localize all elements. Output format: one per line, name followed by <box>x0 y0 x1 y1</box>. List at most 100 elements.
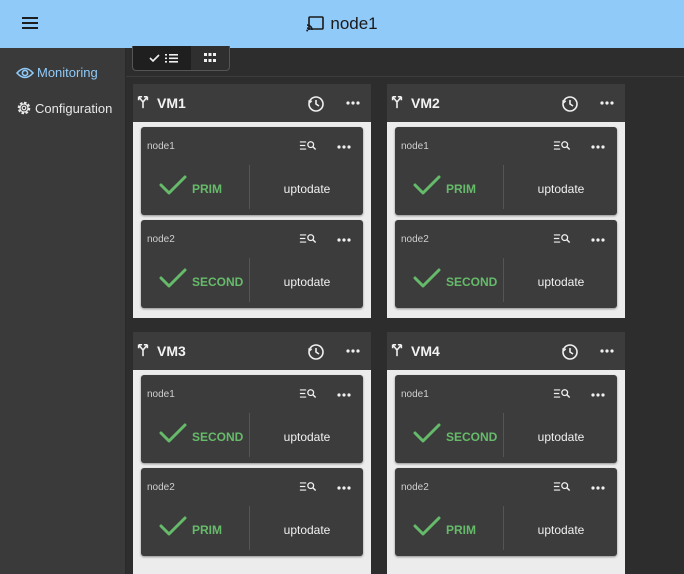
more-options-icon[interactable] <box>591 486 605 490</box>
node-name: node2 <box>401 234 429 245</box>
sidebar-item-label: Monitoring <box>37 65 98 80</box>
more-options-icon[interactable] <box>600 101 614 105</box>
vm-name: VM3 <box>157 343 186 359</box>
node-state: uptodate <box>537 523 585 537</box>
divider <box>249 258 250 302</box>
page-title: node1 <box>330 14 378 33</box>
search-list-icon[interactable] <box>299 481 317 492</box>
divider <box>126 76 684 77</box>
more-options-icon[interactable] <box>337 145 351 149</box>
node-role: PRIM <box>446 523 476 537</box>
more-options-icon[interactable] <box>346 349 360 353</box>
vm-card-header: VM4 <box>387 332 625 370</box>
node-role: SECOND <box>446 275 498 289</box>
node-name: node2 <box>401 482 429 493</box>
list-view-button[interactable] <box>133 46 191 70</box>
node-card: node2 PRIM uptodate <box>395 468 617 556</box>
sidebar-item-label: Configuration <box>35 100 113 116</box>
node-state: uptodate <box>537 430 585 444</box>
node-card: node1 SECOND uptodate <box>395 375 617 463</box>
main-content: VM1 node1 PRIM uptodate node2 SECOND upt… <box>126 46 684 574</box>
search-list-icon[interactable] <box>553 481 571 492</box>
more-options-icon[interactable] <box>591 238 605 242</box>
grid-icon <box>204 53 216 62</box>
check-icon <box>159 516 187 536</box>
divider <box>503 258 504 302</box>
vm-name: VM2 <box>411 95 440 111</box>
page-title-area: node1 <box>0 0 684 48</box>
cast-icon <box>306 16 325 32</box>
history-icon[interactable] <box>561 95 579 113</box>
node-role: PRIM <box>192 182 222 196</box>
search-list-icon[interactable] <box>553 233 571 244</box>
node-state: uptodate <box>537 182 585 196</box>
vm-card: VM1 node1 PRIM uptodate node2 SECOND upt… <box>133 84 371 318</box>
check-icon <box>413 516 441 536</box>
node-card: node2 PRIM uptodate <box>141 468 363 556</box>
fork-icon <box>136 343 150 357</box>
history-icon[interactable] <box>307 343 325 361</box>
search-list-icon[interactable] <box>553 140 571 151</box>
checklist-icon <box>149 54 178 63</box>
search-list-icon[interactable] <box>299 233 317 244</box>
vm-card: VM4 node1 SECOND uptodate node2 PRIM upt… <box>387 332 625 574</box>
divider <box>249 506 250 550</box>
node-state: uptodate <box>283 182 331 196</box>
check-icon <box>413 423 441 443</box>
node-state: uptodate <box>283 523 331 537</box>
more-options-icon[interactable] <box>591 145 605 149</box>
more-options-icon[interactable] <box>346 101 360 105</box>
vm-card: VM2 node1 PRIM uptodate node2 SECOND upt… <box>387 84 625 318</box>
node-card: node2 SECOND uptodate <box>395 220 617 308</box>
node-card: node1 PRIM uptodate <box>395 127 617 215</box>
search-list-icon[interactable] <box>553 388 571 399</box>
more-options-icon[interactable] <box>337 238 351 242</box>
vm-name: VM1 <box>157 95 186 111</box>
node-state: uptodate <box>283 275 331 289</box>
node-role: SECOND <box>446 430 498 444</box>
node-card: node1 SECOND uptodate <box>141 375 363 463</box>
check-icon <box>159 175 187 195</box>
eye-icon <box>16 67 34 78</box>
sidebar-item-monitoring[interactable]: Monitoring <box>16 65 98 80</box>
fork-icon <box>390 95 404 109</box>
more-options-icon[interactable] <box>600 349 614 353</box>
more-options-icon[interactable] <box>591 393 605 397</box>
node-name: node1 <box>147 141 175 152</box>
sidebar: Monitoring Configuration <box>0 48 126 574</box>
gear-icon <box>17 101 31 115</box>
sidebar-item-configuration[interactable]: Configuration <box>16 100 112 116</box>
search-list-icon[interactable] <box>299 388 317 399</box>
node-name: node1 <box>401 141 429 152</box>
divider <box>503 165 504 209</box>
fork-icon <box>390 343 404 357</box>
divider <box>249 165 250 209</box>
fork-icon <box>136 95 150 109</box>
history-icon[interactable] <box>561 343 579 361</box>
node-card: node1 PRIM uptodate <box>141 127 363 215</box>
node-role: SECOND <box>192 275 244 289</box>
divider <box>249 413 250 457</box>
divider <box>503 506 504 550</box>
grid-view-button[interactable] <box>191 46 229 70</box>
top-app-bar: node1 <box>0 0 684 48</box>
history-icon[interactable] <box>307 95 325 113</box>
vm-card: VM3 node1 SECOND uptodate node2 PRIM upt… <box>133 332 371 574</box>
more-options-icon[interactable] <box>337 486 351 490</box>
check-icon <box>413 268 441 288</box>
node-name: node2 <box>147 234 175 245</box>
more-options-icon[interactable] <box>337 393 351 397</box>
node-card: node2 SECOND uptodate <box>141 220 363 308</box>
check-icon <box>413 175 441 195</box>
vm-card-header: VM3 <box>133 332 371 370</box>
check-icon <box>159 423 187 443</box>
view-toggle <box>132 46 230 71</box>
node-name: node1 <box>147 389 175 400</box>
check-icon <box>159 268 187 288</box>
search-list-icon[interactable] <box>299 140 317 151</box>
vm-card-header: VM2 <box>387 84 625 122</box>
node-state: uptodate <box>537 275 585 289</box>
vm-card-header: VM1 <box>133 84 371 122</box>
node-role: PRIM <box>446 182 476 196</box>
node-role: PRIM <box>192 523 222 537</box>
